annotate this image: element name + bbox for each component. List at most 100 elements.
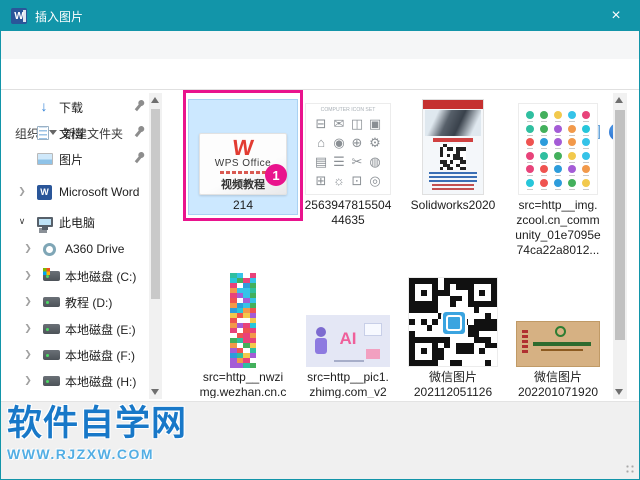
file-item-zcool[interactable]: src=http__img. zcool.cn_comm unity_01e70…	[508, 97, 608, 258]
file-name-label: 214	[232, 198, 254, 212]
color-dot-icon	[526, 138, 534, 150]
computer-glyph-icon: ⊟	[315, 116, 327, 131]
resize-grip[interactable]	[625, 464, 635, 474]
poster-header	[423, 100, 483, 109]
wps-slogan-line	[220, 171, 266, 174]
poster-text-lines	[423, 172, 483, 190]
computer-glyph-icon: ⚙	[369, 135, 381, 150]
computer-glyph-icon: ⊡	[351, 173, 363, 188]
file-item-wechat-cert[interactable]: 微信图片 202201071920	[508, 269, 608, 398]
file-thumbnail: AI	[306, 315, 390, 367]
color-dot-icon	[582, 111, 590, 123]
thumbnail-box: COMPUTER ICON SET ⊟ ✉ ◫ ▣ ⌂ ◉ ⊕ ⚙ ▤ ☰ ✂ ◍ ⊞ ☼ ⊡ ◎	[298, 97, 398, 195]
color-dot-icon	[526, 124, 534, 136]
color-dot-icon	[554, 165, 562, 177]
color-dot-icon	[554, 111, 562, 123]
color-dot-icon	[526, 151, 534, 163]
close-button[interactable]: ×	[593, 1, 639, 31]
qr-cell	[491, 360, 497, 366]
color-dot-icon	[554, 138, 562, 150]
file-name-label: 微信图片 202201071920	[517, 370, 599, 398]
file-thumbnail	[518, 103, 598, 195]
thumbnail-box	[403, 97, 503, 195]
wps-logo: W	[231, 135, 255, 160]
qr-cell	[462, 166, 466, 170]
color-dot-icon	[568, 138, 576, 150]
file-thumbnail	[516, 321, 600, 367]
poster-qr	[440, 144, 466, 170]
thumbnail-box	[403, 269, 503, 367]
wechat-qr-center-icon	[441, 310, 467, 336]
computer-glyph-icon: ◉	[333, 135, 345, 150]
poster-line	[432, 184, 474, 186]
file-item-zhimg[interactable]: AI src=http__pic1. zhimg.com_v2	[298, 269, 398, 398]
color-dot-icon	[526, 111, 534, 123]
color-dot-icon	[554, 124, 562, 136]
file-list: 1 W WPS Office 视频教程 214 COMPUTER ICON SET ⊟ ✉ ◫…	[1, 90, 639, 401]
poster-line	[429, 180, 477, 182]
red-stamp-column	[522, 330, 528, 354]
color-dot-icon	[582, 178, 590, 190]
file-thumbnail	[230, 273, 256, 368]
computer-glyph-icon: ☰	[333, 154, 345, 169]
color-dot-icon	[568, 178, 576, 190]
computer-glyph-icon: ✉	[333, 116, 345, 131]
file-item-solidworks2020[interactable]: Solidworks2020	[403, 97, 503, 213]
computer-glyph-icon: ☼	[333, 173, 345, 188]
file-item-wechat-qr[interactable]: 微信图片 202112051126	[403, 269, 503, 398]
file-list-scrollbar[interactable]	[613, 93, 627, 399]
person-icon	[316, 327, 326, 337]
thumbnail-box	[508, 97, 608, 195]
navigation-bar: ← → ∨ ↑ › 此电脑 › 图片 ›	[1, 31, 639, 87]
color-dot-icon	[526, 165, 534, 177]
color-dot-icon	[568, 151, 576, 163]
computer-glyph-icon: ✂	[351, 154, 363, 169]
computer-glyph-icon: ▤	[314, 154, 328, 169]
color-dot-icon	[582, 124, 590, 136]
color-dot-icon	[568, 165, 576, 177]
file-item-nwzimg[interactable]: src=http__nwzi mg.wezhan.cn.c	[193, 269, 293, 398]
file-name-label: Solidworks2020	[410, 198, 496, 212]
poster-line	[432, 188, 474, 190]
iconset-header-text: COMPUTER ICON SET	[320, 107, 376, 113]
thumbnail-box	[508, 269, 608, 367]
cert-subtitle-line	[541, 349, 583, 351]
scroll-down-icon[interactable]	[615, 389, 623, 395]
color-dot-icon	[540, 138, 548, 150]
pink-shape	[366, 349, 380, 359]
step-badge-1: 1	[265, 164, 287, 186]
file-scrollbar-thumb[interactable]	[615, 110, 625, 340]
color-dot-icon	[540, 151, 548, 163]
computer-glyph-icon: ⊞	[315, 173, 327, 188]
word-icon	[11, 8, 27, 24]
poster-illustration	[425, 110, 481, 136]
title-bar: 插入图片 ×	[1, 1, 639, 31]
thumbnail-box: AI	[298, 269, 398, 367]
file-thumbnail: COMPUTER ICON SET ⊟ ✉ ◫ ▣ ⌂ ◉ ⊕ ⚙ ▤ ☰ ✂ ◍ ⊞ ☼ ⊡ ◎	[305, 103, 391, 195]
file-item-iconset[interactable]: COMPUTER ICON SET ⊟ ✉ ◫ ▣ ⌂ ◉ ⊕ ⚙ ▤ ☰ ✂ ◍ ⊞ ☼ ⊡ ◎ 2563947…	[298, 97, 398, 228]
screen-shape	[364, 323, 382, 336]
color-dot-icon	[540, 111, 548, 123]
color-dot-icon	[540, 165, 548, 177]
dialog-footer: 文件名(N): 所有图片 工具(L) 插入(S) 2 取消	[1, 401, 639, 479]
scroll-up-icon[interactable]	[615, 97, 623, 103]
ai-caption-text: AI	[339, 328, 357, 348]
file-name-label: src=http__pic1. zhimg.com_v2	[307, 370, 389, 398]
file-item-214[interactable]: W WPS Office 视频教程 214	[193, 97, 293, 213]
file-thumbnail	[422, 99, 484, 195]
person-icon	[315, 338, 327, 354]
insert-picture-dialog: 插入图片 × ← → ∨ ↑ › 此电脑 › 图片 › 组织 新建文件夹	[0, 0, 640, 480]
file-thumbnail	[408, 277, 498, 367]
color-dot-icon	[526, 178, 534, 190]
poster-title-line	[433, 138, 473, 142]
poster-line	[429, 176, 477, 178]
computer-glyph-icon: ◎	[369, 173, 381, 188]
command-bar: 组织 新建文件夹	[1, 59, 639, 141]
computer-glyph-icon: ⊕	[351, 135, 363, 150]
file-name-label: 微信图片 202112051126	[413, 370, 493, 398]
thumbnail-box	[193, 269, 293, 368]
green-seal-icon	[555, 326, 566, 337]
computer-glyph-icon: ◫	[350, 116, 364, 131]
color-dot-icon	[540, 178, 548, 190]
color-dot-icon	[540, 124, 548, 136]
